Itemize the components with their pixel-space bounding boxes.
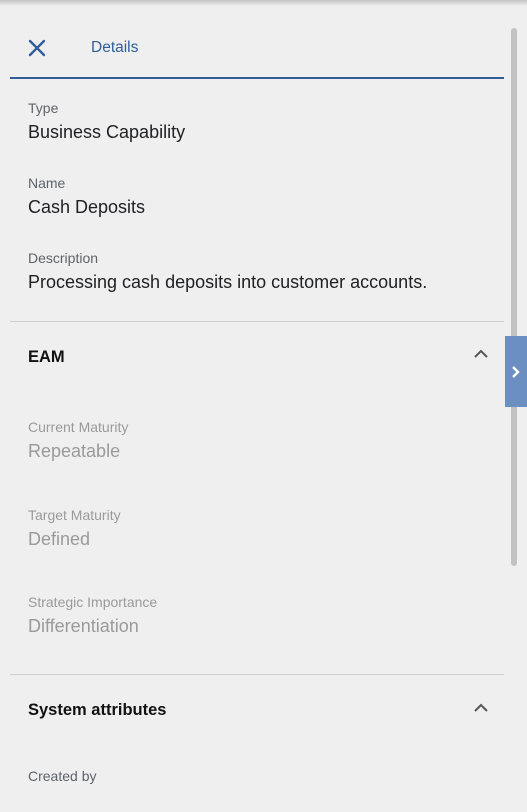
section-divider [10, 674, 504, 675]
eam-section-title: EAM [28, 348, 65, 366]
created-by-label: Created by [28, 768, 97, 784]
target-maturity-label: Target Maturity [28, 507, 121, 523]
tab-details[interactable]: Details [91, 39, 138, 57]
chevron-right-icon [512, 365, 520, 378]
current-maturity-field: Current Maturity Repeatable [28, 419, 128, 462]
type-value: Business Capability [28, 122, 186, 142]
strategic-importance-field: Strategic Importance Differentiation [28, 594, 157, 637]
strategic-importance-label: Strategic Importance [28, 594, 158, 610]
current-maturity-label: Current Maturity [28, 419, 129, 435]
description-value: Processing cash deposits into customer a… [28, 272, 428, 292]
name-label: Name [28, 175, 66, 191]
strategic-importance-value: Differentiation [28, 616, 139, 636]
eam-collapse-chevron-up-icon[interactable] [472, 348, 490, 360]
created-by-field: Created by [28, 768, 96, 784]
details-header: Details [10, 0, 504, 79]
side-panel-toggle-button[interactable] [505, 336, 527, 407]
scrollbar-thumb[interactable] [511, 28, 517, 566]
system-attributes-section-title: System attributes [28, 701, 167, 719]
target-maturity-value: Defined [28, 529, 91, 549]
system-attributes-collapse-chevron-up-icon[interactable] [472, 702, 490, 714]
current-maturity-value: Repeatable [28, 441, 121, 461]
target-maturity-field: Target Maturity Defined [28, 507, 121, 550]
description-label: Description [28, 250, 99, 266]
description-field: Description Processing cash deposits int… [28, 250, 427, 293]
name-field: Name Cash Deposits [28, 175, 145, 218]
close-icon [28, 39, 46, 57]
type-label: Type [28, 100, 59, 116]
section-divider [10, 321, 504, 322]
type-field: Type Business Capability [28, 100, 185, 143]
close-button[interactable] [25, 36, 49, 60]
name-value: Cash Deposits [28, 197, 146, 217]
